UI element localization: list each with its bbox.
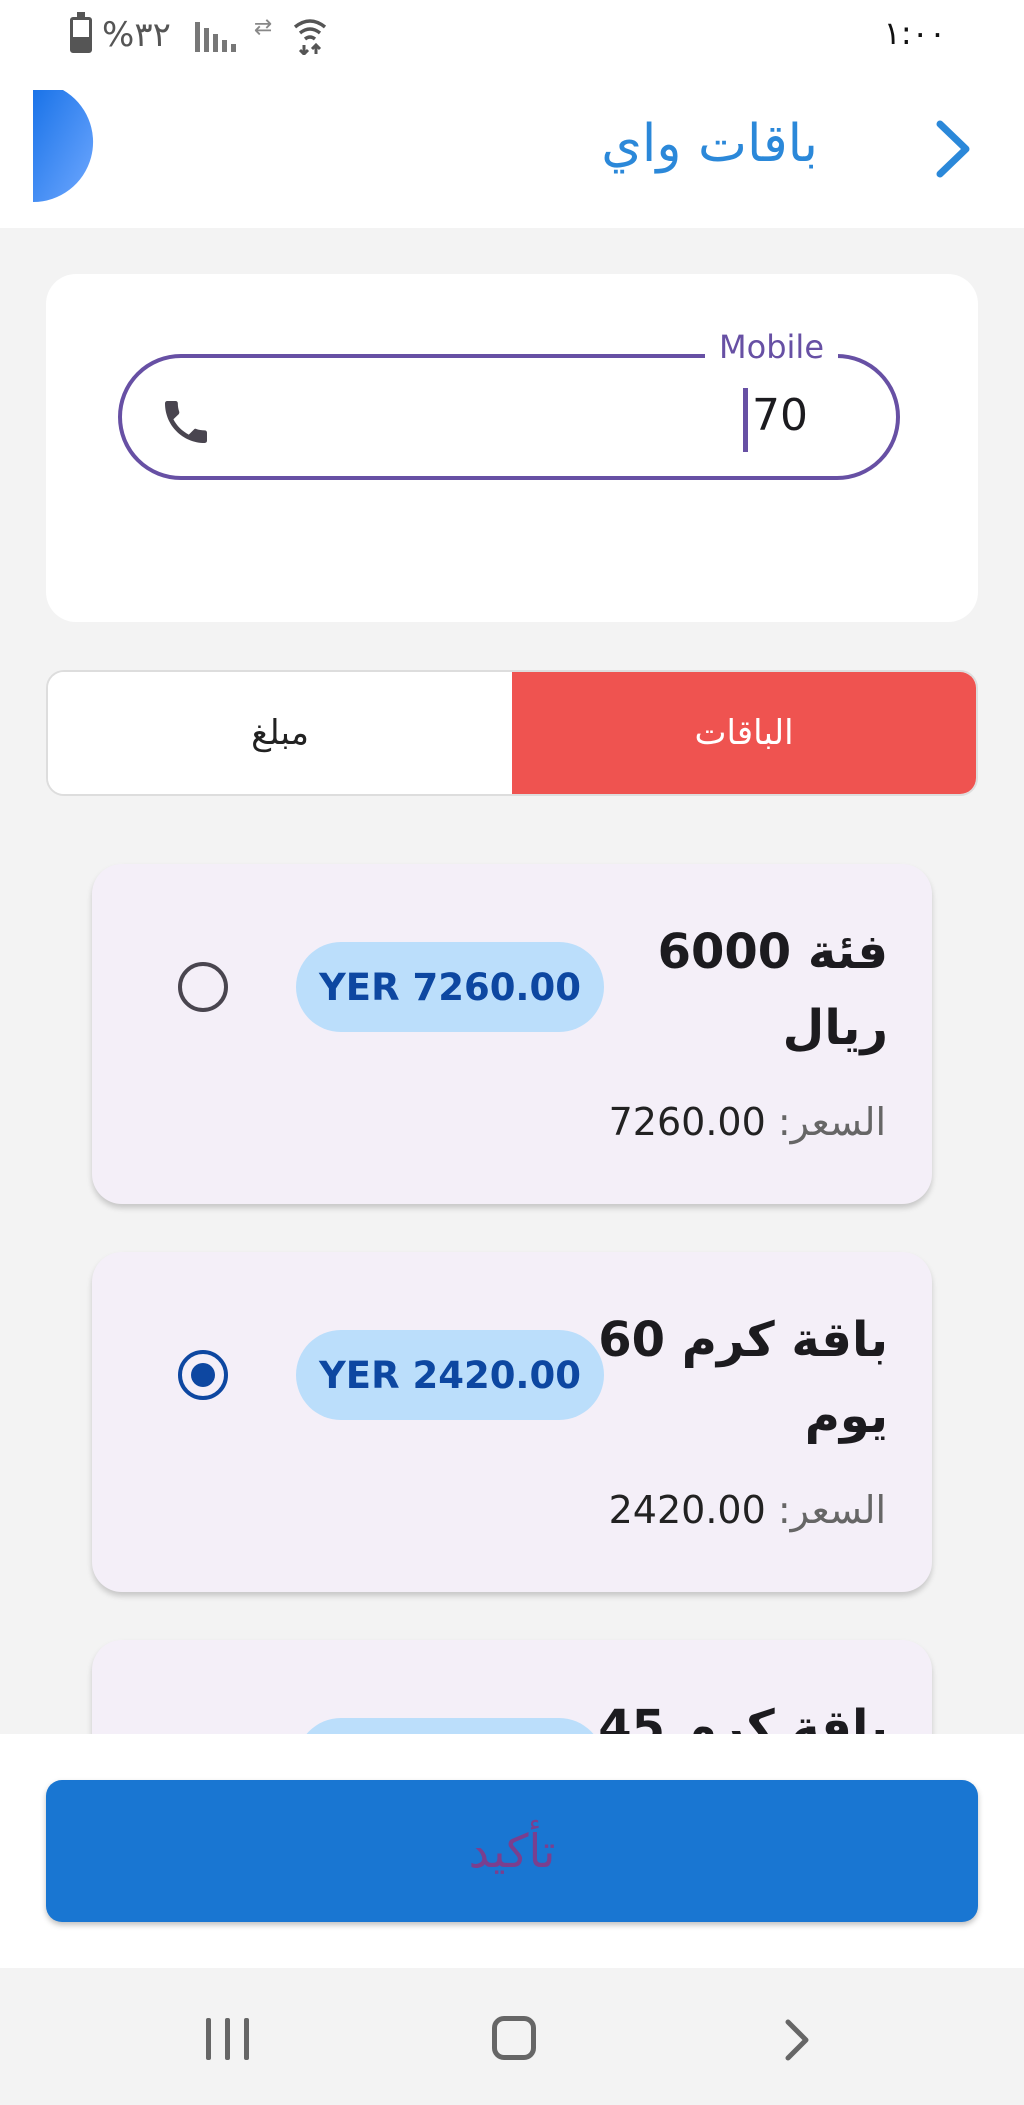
price-badge [296, 1718, 604, 1734]
package-name: باقة كرم 60 يوم [598, 1312, 888, 1444]
mobile-field[interactable]: Mobile 70 [118, 328, 900, 480]
radio-button-selected[interactable] [178, 1350, 228, 1400]
battery-percentage: %٣٢ [102, 15, 171, 55]
signal-icon [194, 18, 236, 52]
recents-icon[interactable] [206, 2018, 250, 2060]
app-bar: باقات واي [0, 70, 1024, 228]
package-card[interactable]: فئة 6000 ريال YER 7260.00 السعر: 7260.00 [92, 864, 932, 1204]
phone-card: Mobile 70 [46, 274, 978, 622]
package-name: فئة 6000 ريال [657, 924, 888, 1056]
status-icons: %٣٢ ⇄ [70, 12, 328, 58]
chevron-right-icon[interactable] [922, 116, 982, 182]
battery-icon [70, 12, 92, 53]
price-label: السعر: [777, 1488, 886, 1532]
package-price: السعر: 7260.00 [609, 1100, 886, 1144]
price-label: السعر: [777, 1100, 886, 1144]
tab-amount[interactable]: مبلغ [48, 672, 512, 794]
app-logo [33, 90, 94, 202]
price-value: 2420.00 [608, 1488, 766, 1532]
status-bar: %٣٢ ⇄ ١:٠٠ [0, 0, 1024, 70]
confirm-area: تأكيد [0, 1734, 1024, 1968]
home-icon[interactable] [492, 2016, 536, 2060]
mobile-input-value[interactable]: 70 [752, 390, 808, 441]
system-nav-bar [0, 1968, 1024, 2105]
mobile-field-label: Mobile [705, 328, 838, 366]
package-name: باقة كرم 45 [598, 1700, 888, 1734]
package-card[interactable]: باقة كرم 45 [92, 1640, 932, 1734]
page-title: باقات واي [601, 114, 818, 174]
package-card[interactable]: باقة كرم 60 يوم YER 2420.00 السعر: 2420.… [92, 1252, 932, 1592]
back-icon[interactable] [782, 2018, 812, 2062]
tab-packages[interactable]: الباقات [512, 672, 976, 794]
text-cursor [743, 388, 748, 452]
tab-bar: مبلغ الباقات [46, 670, 978, 796]
price-badge: YER 7260.00 [296, 942, 604, 1032]
confirm-button[interactable]: تأكيد [46, 1780, 978, 1922]
price-value: 7260.00 [608, 1100, 766, 1144]
price-badge: YER 2420.00 [296, 1330, 604, 1420]
radio-button[interactable] [178, 962, 228, 1012]
status-time: ١:٠٠ [883, 14, 946, 52]
no-sync-icon: ⇄ [253, 14, 273, 40]
wifi-icon [294, 19, 327, 55]
phone-icon [165, 401, 207, 443]
package-price: السعر: 2420.00 [609, 1488, 886, 1532]
package-list: فئة 6000 ريال YER 7260.00 السعر: 7260.00… [0, 862, 1024, 1734]
